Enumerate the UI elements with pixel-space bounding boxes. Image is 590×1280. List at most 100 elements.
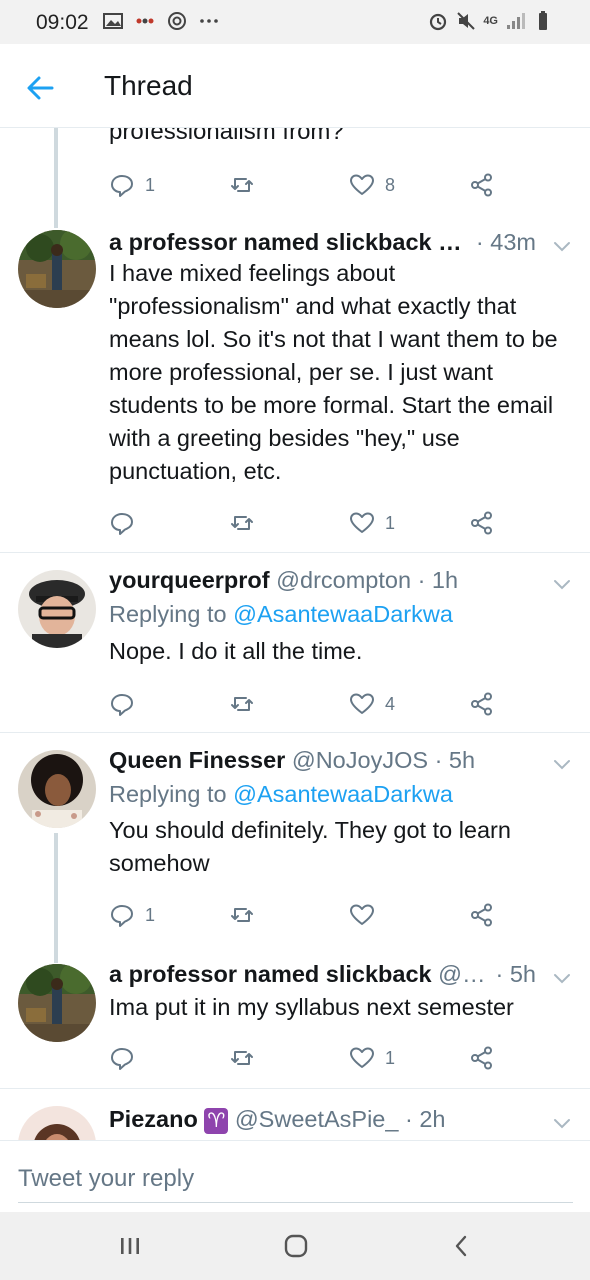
retweet-button[interactable] [229, 1043, 265, 1073]
back-arrow-icon[interactable] [22, 70, 58, 106]
status-bar: 09:02 4G [0, 0, 590, 44]
chevron-down-icon[interactable] [550, 572, 574, 596]
timestamp: · 43m [469, 229, 536, 256]
system-back-button[interactable] [442, 1228, 482, 1264]
reply-button[interactable]: 1 [109, 900, 155, 930]
share-icon [471, 1046, 492, 1070]
tweet-header: Queen Finesser @NoJoyJOS · 5h [109, 747, 536, 779]
retweet-button[interactable] [229, 689, 265, 719]
reply-icon [111, 694, 133, 716]
retweet-icon [231, 697, 253, 711]
system-icons: 4G [427, 10, 554, 32]
share-icon [471, 173, 492, 197]
reply-count: 1 [145, 904, 156, 925]
chevron-down-icon[interactable] [550, 966, 574, 990]
back-icon [455, 1235, 467, 1257]
mention-link[interactable]: @AsantewaaDarkwa [233, 781, 453, 807]
tweet-actions: 1 [109, 1043, 509, 1073]
timestamp: · 5h [489, 961, 536, 988]
tweet-body: Nope. I do it all the time. [109, 638, 363, 664]
status-time: 09:02 [36, 11, 89, 34]
like-button[interactable]: 4 [349, 689, 395, 719]
avatar[interactable] [18, 1106, 96, 1140]
chevron-down-icon[interactable] [550, 752, 574, 776]
timestamp: · 5h [434, 747, 476, 773]
share-button[interactable] [469, 900, 495, 930]
share-button[interactable] [469, 508, 495, 538]
aries-badge: ♈ [204, 1108, 229, 1134]
tweet-header: a professor named slickback @… · 5h [109, 961, 536, 993]
recents-button[interactable] [110, 1228, 150, 1264]
retweet-button[interactable] [229, 170, 265, 200]
chevron-down-icon[interactable] [550, 1111, 574, 1135]
tweet-body: I have mixed feelings about "professiona… [109, 260, 558, 484]
reply-icon [111, 1048, 133, 1070]
signal-icon [507, 13, 525, 29]
like-icon [350, 1047, 374, 1068]
tweet-header: Piezano ♈ @SweetAsPie_ · 2h [109, 1106, 536, 1138]
tweet-item[interactable]: yourqueerprof @drcompton · 1h Replying t… [0, 553, 590, 733]
tweet-item[interactable]: a professor named slickback @… · 5h Ima … [0, 955, 590, 1089]
reply-button[interactable] [109, 1043, 145, 1073]
reply-input[interactable] [18, 1155, 573, 1203]
like-count: 8 [385, 174, 396, 195]
home-button[interactable] [276, 1228, 316, 1264]
mention-link[interactable]: @AsantewaaDarkwa [233, 601, 453, 627]
display-name[interactable]: Queen Finesser [109, 747, 285, 773]
display-name[interactable]: a professor named slickback … [109, 229, 462, 255]
retweet-button[interactable] [229, 508, 265, 538]
avatar[interactable] [18, 230, 96, 308]
tweet-item[interactable]: Queen Finesser @NoJoyJOS · 5h Replying t… [0, 733, 590, 955]
avatar[interactable] [18, 964, 96, 1042]
like-count: 1 [385, 512, 396, 533]
recents-icon [121, 1238, 139, 1254]
tweet-item[interactable]: a professor named slickback … · 43m I ha… [0, 213, 590, 553]
chevron-down-icon[interactable] [550, 234, 574, 258]
reply-button[interactable]: 1 [109, 170, 155, 200]
reply-icon [111, 513, 133, 535]
like-button[interactable] [349, 900, 385, 930]
share-button[interactable] [469, 170, 495, 200]
display-name[interactable]: a professor named slickback [109, 961, 432, 987]
share-button[interactable] [469, 1043, 495, 1073]
retweet-icon [231, 516, 253, 530]
like-button[interactable]: 8 [349, 170, 395, 200]
share-icon [471, 511, 492, 535]
reply-button[interactable] [109, 689, 145, 719]
tweet-body: You should definitely. They got to learn… [109, 817, 511, 876]
app-notification-icon [136, 18, 154, 24]
avatar[interactable] [18, 570, 96, 648]
retweet-button[interactable] [229, 900, 265, 930]
handle: @drcompton [276, 567, 412, 593]
thread-feed[interactable]: professionalism from? 1 8 a professor na… [0, 128, 590, 1140]
tweet-item[interactable]: Piezano ♈ @SweetAsPie_ · 2h [0, 1089, 590, 1140]
tweet-header: yourqueerprof @drcompton · 1h [109, 567, 536, 599]
reply-count: 1 [145, 174, 156, 195]
like-count: 1 [385, 1047, 396, 1068]
like-button[interactable]: 1 [349, 508, 395, 538]
at-sign-icon [168, 12, 186, 30]
share-icon [471, 903, 492, 927]
display-name[interactable]: yourqueerprof [109, 567, 270, 593]
reply-composer [0, 1140, 590, 1212]
replying-to: Replying to @AsantewaaDarkwa [109, 601, 453, 628]
reply-icon [111, 905, 133, 927]
reply-button[interactable] [109, 508, 145, 538]
tweet-actions: 1 8 [109, 170, 509, 200]
display-name[interactable]: Piezano [109, 1106, 198, 1132]
like-icon [350, 904, 374, 925]
share-button[interactable] [469, 689, 495, 719]
alarm-icon [430, 13, 447, 31]
handle: @SweetAsPie_ [234, 1106, 399, 1132]
top-app-bar: Thread [0, 44, 590, 128]
share-icon [471, 692, 492, 716]
like-icon [350, 174, 374, 195]
retweet-icon [231, 1051, 253, 1065]
handle: @NoJoyJOS [291, 747, 429, 773]
replying-to: Replying to @AsantewaaDarkwa [109, 781, 453, 808]
home-icon [284, 1234, 308, 1258]
retweet-icon [231, 908, 253, 922]
mute-icon [457, 12, 476, 30]
like-button[interactable]: 1 [349, 1043, 395, 1073]
avatar[interactable] [18, 750, 96, 828]
